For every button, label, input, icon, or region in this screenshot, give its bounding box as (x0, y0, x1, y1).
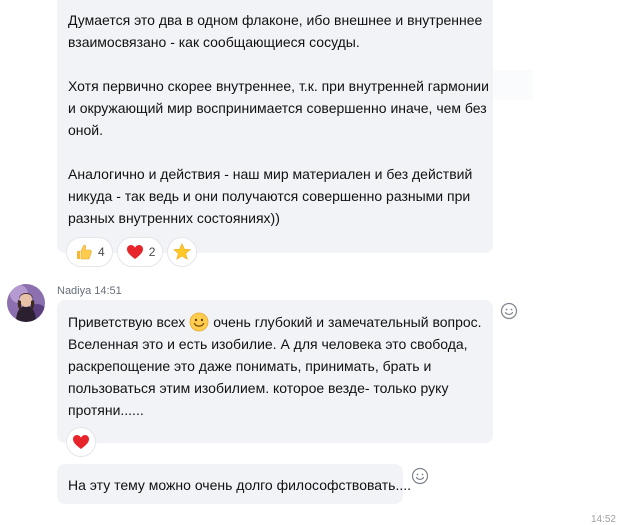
message-text-line: Думается это два в одном флаконе, ибо вн… (68, 12, 483, 28)
smile-emoji-icon (189, 312, 209, 332)
message-time: 14:52 (590, 514, 616, 525)
background-highlight (493, 70, 533, 100)
reaction-count: 2 (148, 245, 156, 259)
message-bubble: На эту тему можно очень долго философств… (57, 464, 411, 504)
thumbs-up-icon (77, 244, 92, 260)
message-text-line: оной. (68, 122, 104, 138)
heart-icon (73, 435, 89, 449)
reactions-bar (66, 427, 96, 457)
message-text-line: Приветствую всех очень глубокий и замечат… (68, 311, 483, 333)
message-text-line: раскрепощение это даже понимать, принима… (68, 358, 432, 374)
star-icon (173, 243, 192, 260)
message-text-line: протяни...... (68, 402, 144, 418)
reaction-star[interactable] (167, 237, 198, 267)
message-text-line: разных внутренних состояниях)) (68, 210, 280, 226)
smiley-outline-icon (500, 302, 518, 320)
message-text-line: никуда - так ведь и они получаются совер… (68, 188, 471, 204)
sender-meta: Nadiya 14:51 (57, 285, 122, 297)
sender-name[interactable]: Nadiya (57, 285, 91, 297)
message-text-line: Вселенная это и есть изобилие. А для чел… (68, 336, 468, 352)
message-text-line: и окружающий мир воспринимается совершен… (68, 100, 487, 116)
smiley-outline-icon (411, 467, 429, 485)
avatar[interactable] (7, 284, 45, 322)
message-text: очень глубокий и замечательный вопрос. (213, 314, 482, 330)
add-reaction-button[interactable] (500, 302, 518, 320)
message-text-line: На эту тему можно очень долго философств… (68, 477, 411, 493)
message-bubble: Приветствую всех очень глубокий и замечат… (57, 300, 493, 443)
message-text-line: Аналогично и действия - наш мир материал… (68, 166, 473, 182)
reaction-thumbs-up[interactable]: 4 (66, 237, 113, 267)
avatar-image (7, 284, 45, 322)
message-text-line: Хотя первично скорее внутреннее, т.к. пр… (68, 78, 489, 94)
message-text: Приветствую всех (68, 314, 186, 330)
reaction-count: 4 (98, 245, 105, 259)
message-text-line: пользоваться этим изобилием. которое вез… (68, 380, 449, 396)
message-text-line: взаимосвязано - как сообщающиеся сосуды. (68, 34, 360, 50)
message-bubble: Думается это два в одном флаконе, ибо вн… (57, 0, 493, 253)
add-reaction-button[interactable] (411, 467, 429, 485)
reaction-heart[interactable]: 2 (116, 237, 164, 267)
heart-icon (126, 245, 143, 259)
message-time: 14:51 (94, 285, 122, 297)
reactions-bar: 4 2 (66, 237, 198, 267)
reaction-heart[interactable] (66, 427, 96, 457)
